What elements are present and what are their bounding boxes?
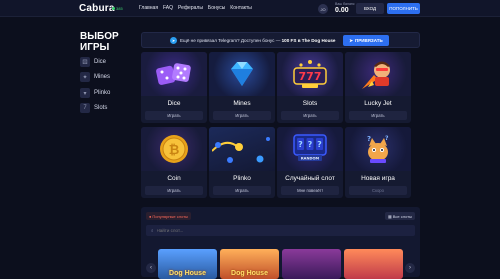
slots-art-icon: 777 (277, 52, 343, 96)
deposit-button[interactable]: ПОПОЛНИТЬ (387, 3, 420, 14)
svg-text:?: ? (385, 135, 389, 142)
nav-faq[interactable]: FAQ (163, 5, 173, 11)
game-name: Plinko (233, 175, 251, 182)
game-card-new-game[interactable]: ? ? Новая игра Скоро (345, 127, 411, 198)
mines-icon: ✦ (80, 72, 90, 82)
slot-thumb-title: Dog House (231, 270, 268, 277)
plinko-icon: ▾ (80, 88, 90, 98)
game-name: Dice (167, 100, 181, 107)
telegram-icon: ➤ (170, 37, 177, 44)
link-telegram-label: ПРИВЯЗАТЬ (355, 38, 383, 43)
link-telegram-button[interactable]: ➤ ПРИВЯЗАТЬ (343, 35, 389, 46)
dice-art-icon (141, 52, 207, 96)
svg-text:₿: ₿ (169, 143, 180, 158)
sidebar-item-label: Plinko (94, 90, 111, 96)
cat-art-icon: ? ? (345, 127, 411, 171)
online-dot-icon (112, 7, 115, 10)
sidebar-item-mines[interactable]: ✦ Mines (80, 72, 110, 82)
svg-text:?: ? (308, 140, 313, 149)
login-button[interactable]: ВХОД (356, 3, 384, 14)
all-slots-button[interactable]: ▦ Все слоты (384, 212, 415, 220)
slot-thumb-title: Dog House (169, 270, 206, 277)
top-header: Cabura 385 Главная FAQ Рефералы Бонусы К… (0, 0, 500, 17)
next-arrow-icon[interactable]: › (405, 263, 415, 273)
telegram-banner: ➤ Ещё не привязал Telegram? Доступен бон… (141, 32, 420, 48)
slots-icon: 7 (80, 103, 90, 113)
balance-label: Ваш баланс (335, 2, 355, 6)
slot-thumb-1[interactable]: Dog House (158, 249, 217, 279)
slot-thumb-3[interactable] (282, 249, 341, 279)
search-input[interactable] (156, 228, 257, 233)
game-card-lucky-jet[interactable]: Lucky Jet Играть (345, 52, 411, 123)
balance-block: Ваш баланс 0.00 (335, 2, 355, 14)
svg-text:777: 777 (299, 70, 322, 83)
game-card-coin[interactable]: ₿ Coin Играть (141, 127, 207, 198)
nav-referrals[interactable]: Рефералы (178, 5, 203, 11)
game-name: Новая игра (361, 175, 395, 182)
banner-text: Ещё не привязал Telegram? Доступен бонус… (180, 38, 336, 43)
play-button[interactable]: Играть (145, 111, 203, 120)
slot-thumb-2[interactable]: Dog House (220, 249, 279, 279)
nav-bonuses[interactable]: Бонусы (208, 5, 225, 11)
svg-text:?: ? (298, 140, 303, 149)
game-name: Случайный слот (285, 175, 335, 182)
random-slot-art-icon: ? ? ? RANDOM (277, 127, 343, 171)
game-name: Mines (233, 100, 251, 107)
game-card-mines[interactable]: Mines Играть (209, 52, 275, 123)
svg-text:?: ? (317, 140, 322, 149)
game-card-slots[interactable]: 777 Slots Играть (277, 52, 343, 123)
fire-icon: ● (149, 213, 152, 219)
lucky-jet-art-icon (345, 52, 411, 96)
dice-icon: ⚄ (80, 57, 90, 67)
balance-value: 0.00 (335, 6, 349, 14)
sidebar-item-label: Dice (94, 59, 107, 65)
sidebar-item-label: Slots (94, 105, 108, 111)
plinko-art-icon (209, 127, 275, 171)
play-button[interactable]: Играть (145, 186, 203, 195)
coin-art-icon: ₿ (141, 127, 207, 171)
popular-slots-label: Популярные слоты (152, 213, 188, 219)
lucky-button[interactable]: Мне повезёт! (281, 186, 339, 195)
game-name: Lucky Jet (364, 100, 392, 107)
sidebar-item-plinko[interactable]: ▾ Plinko (80, 88, 110, 98)
slot-thumb-4[interactable] (344, 249, 403, 279)
sidebar-item-dice[interactable]: ⚄ Dice (80, 57, 106, 67)
game-card-random-slot[interactable]: ? ? ? RANDOM Случайный слот Мне повезёт! (277, 127, 343, 198)
svg-text:?: ? (367, 135, 371, 143)
online-count: 385 (116, 6, 123, 11)
site-logo[interactable]: Cabura (79, 3, 115, 14)
search-icon: ⌕ (151, 228, 154, 233)
coming-soon-button: Скоро (349, 186, 407, 195)
telegram-small-icon: ➤ (349, 37, 354, 43)
nav-contacts[interactable]: Контакты (230, 5, 252, 11)
game-card-dice[interactable]: Dice Играть (141, 52, 207, 123)
popular-slots-section: ● Популярные слоты ▦ Все слоты ⌕ ‹ Dog H… (141, 207, 420, 279)
sidebar-title: ВЫБОР ИГРЫ (80, 31, 119, 53)
banner-text-pre: Ещё не привязал Telegram? Доступен бонус… (180, 38, 282, 43)
diamond-art-icon (209, 52, 275, 96)
play-button[interactable]: Играть (213, 111, 271, 120)
sidebar-item-slots[interactable]: 7 Slots (80, 103, 107, 113)
main-nav: Главная FAQ Рефералы Бонусы Контакты (139, 5, 252, 11)
play-button[interactable]: Играть (349, 111, 407, 120)
game-card-plinko[interactable]: Plinko Играть (209, 127, 275, 198)
popular-slots-tag: ● Популярные слоты (146, 212, 191, 220)
all-slots-label: Все слоты (392, 213, 412, 219)
play-button[interactable]: Играть (281, 111, 339, 120)
banner-text-bonus: 100 FS в The Dog House (281, 38, 336, 43)
random-label: RANDOM (301, 157, 320, 161)
avatar[interactable]: JO (318, 4, 328, 14)
prev-arrow-icon[interactable]: ‹ (146, 263, 156, 273)
online-counter: 385 (112, 6, 123, 11)
slot-search-field[interactable]: ⌕ (146, 225, 415, 236)
grid-icon: ▦ (387, 213, 392, 219)
game-name: Coin (167, 175, 181, 182)
nav-home[interactable]: Главная (139, 5, 158, 11)
play-button[interactable]: Играть (213, 186, 271, 195)
sidebar-item-label: Mines (94, 74, 111, 80)
game-name: Slots (302, 100, 318, 107)
